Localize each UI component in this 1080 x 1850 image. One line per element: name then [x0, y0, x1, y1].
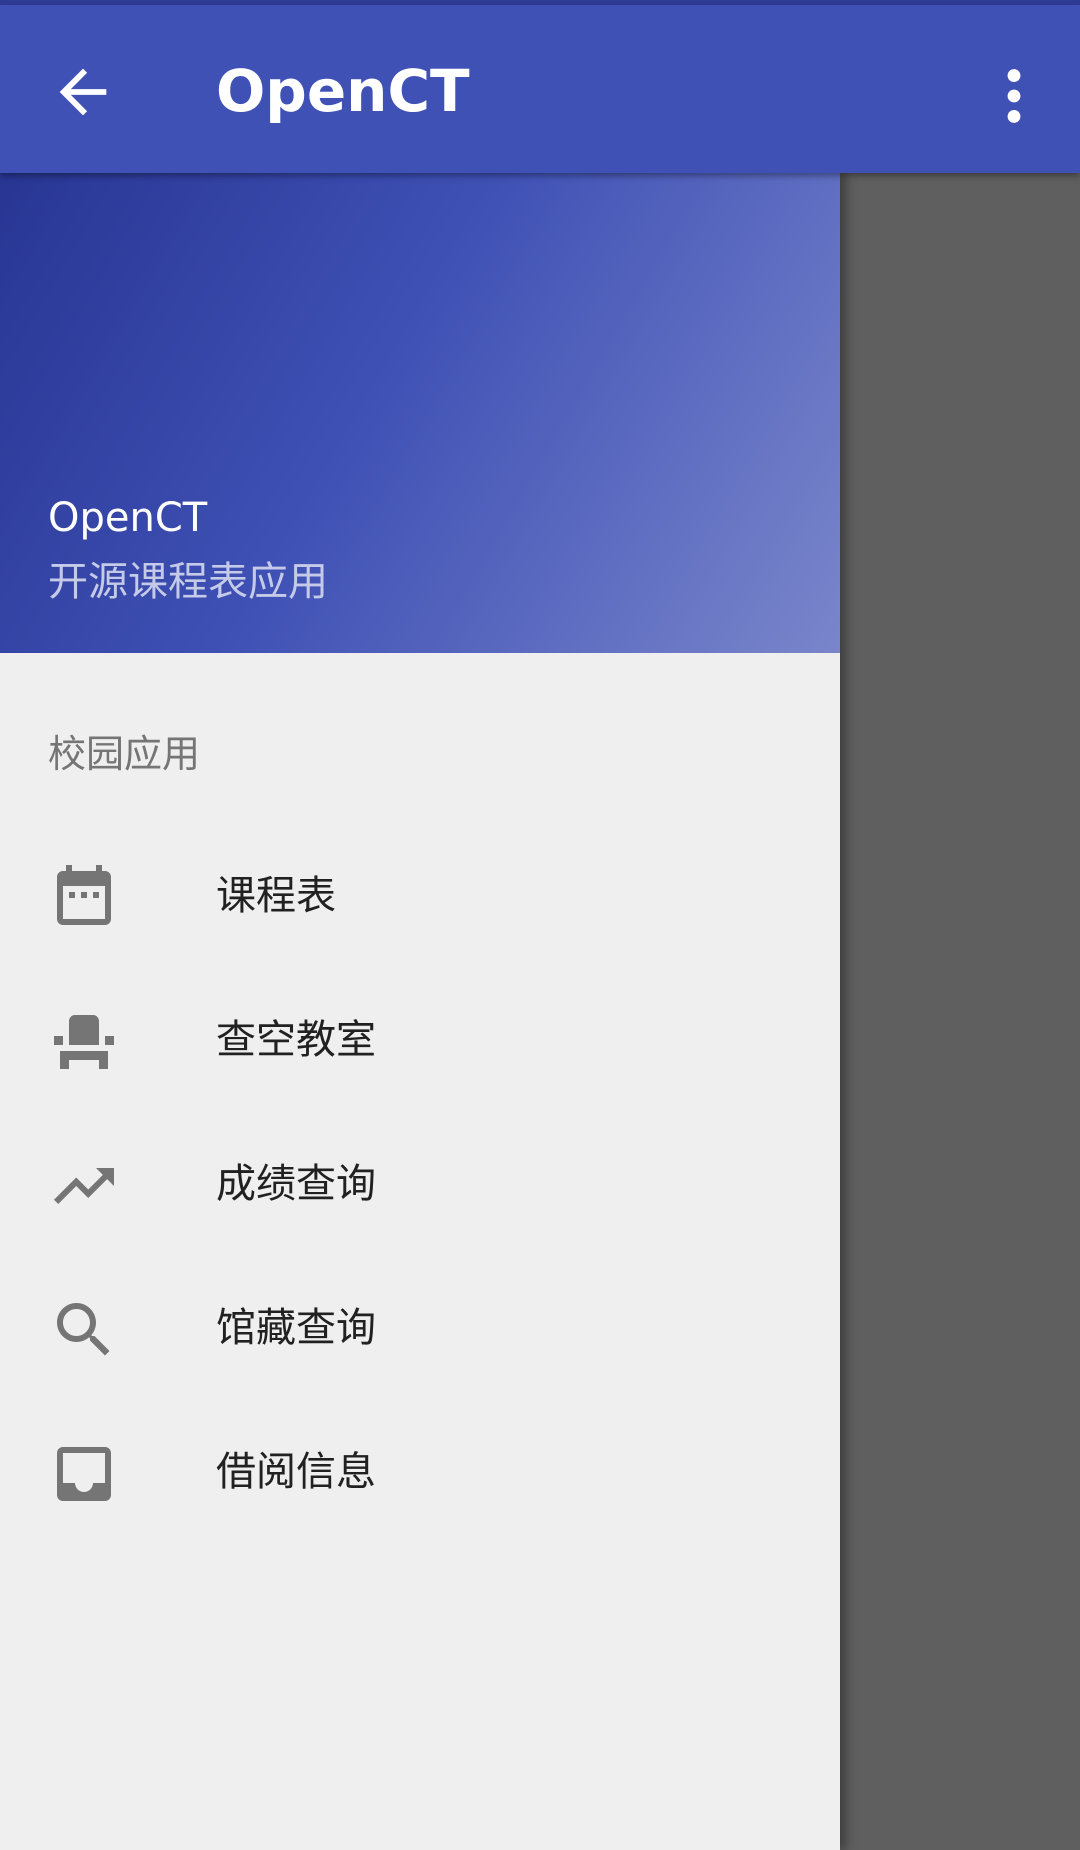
nav-item-library-search[interactable]: 馆藏查询 — [0, 1254, 840, 1398]
overflow-menu-button[interactable] — [990, 61, 1038, 131]
nav-item-label: 课程表 — [216, 873, 336, 919]
nav-item-label: 查空教室 — [216, 1017, 376, 1063]
more-vert-icon — [1007, 69, 1021, 123]
section-label: 校园应用 — [48, 732, 201, 776]
nav-item-borrow-info[interactable]: 借阅信息 — [0, 1398, 840, 1542]
navigation-drawer: OpenCT 开源课程表应用 校园应用 课程表 查空教室 成绩查询 馆藏查询 借… — [0, 173, 840, 1850]
search-icon — [48, 1294, 120, 1366]
seat-icon — [48, 1006, 120, 1078]
inbox-icon — [48, 1438, 120, 1510]
nav-item-schedule[interactable]: 课程表 — [0, 822, 840, 966]
nav-item-label: 借阅信息 — [216, 1449, 376, 1495]
nav-item-label: 馆藏查询 — [216, 1305, 376, 1351]
drawer-app-subtitle: 开源课程表应用 — [48, 559, 328, 605]
trending-up-icon — [48, 1150, 120, 1222]
nav-item-empty-classroom[interactable]: 查空教室 — [0, 966, 840, 1110]
arrow-back-icon — [59, 68, 107, 116]
nav-item-label: 成绩查询 — [216, 1161, 376, 1207]
drawer-app-name: OpenCT — [48, 495, 208, 541]
app-bar: OpenCT — [0, 5, 1080, 173]
nav-item-grades[interactable]: 成绩查询 — [0, 1110, 840, 1254]
app-bar-title: OpenCT — [216, 57, 470, 125]
drawer-header: OpenCT 开源课程表应用 — [0, 173, 840, 653]
back-button[interactable] — [48, 57, 118, 127]
calendar-icon — [48, 862, 120, 934]
